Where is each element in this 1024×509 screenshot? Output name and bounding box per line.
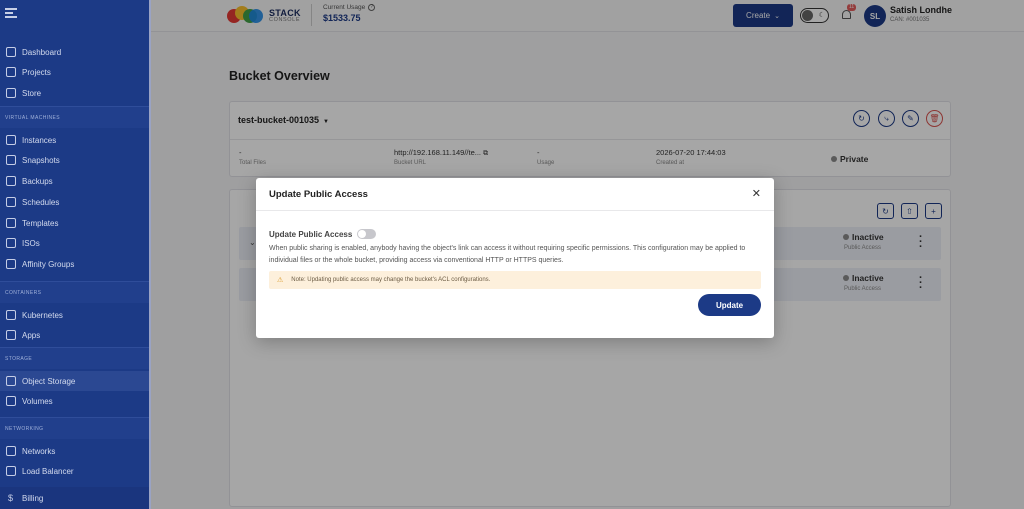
divider — [256, 210, 774, 211]
sidebar-item-label: Load Balancer — [22, 466, 74, 476]
network-icon — [6, 446, 16, 456]
volume-icon — [6, 396, 16, 406]
update-public-access-modal: Update Public Access ✕ Update Public Acc… — [256, 178, 774, 338]
sidebar-item-label: Backups — [22, 176, 53, 186]
sidebar-item-label: Projects — [22, 67, 51, 77]
modal-description: When public sharing is enabled, anybody … — [269, 245, 746, 264]
sidebar-item-label: Instances — [22, 135, 57, 145]
sidebar-item-label: Billing — [22, 493, 44, 503]
public-access-toggle[interactable] — [357, 229, 377, 239]
close-icon[interactable]: ✕ — [752, 187, 761, 200]
sidebar-section-title: VIRTUAL MACHINES — [0, 106, 149, 128]
sidebar-item-label: Object Storage — [22, 376, 76, 386]
apps-icon — [6, 330, 16, 340]
camera-icon — [6, 155, 16, 165]
sidebar-item-volumes[interactable]: Volumes — [0, 391, 149, 411]
cart-icon — [6, 88, 16, 98]
sidebar-item-label: Kubernetes — [22, 310, 63, 320]
load-balancer-icon — [6, 466, 16, 476]
sidebar-section-title: CONTAINERS — [0, 281, 149, 303]
sidebar-section-title: NETWORKING — [0, 417, 149, 439]
bucket-icon — [6, 376, 16, 386]
template-icon — [6, 218, 16, 228]
sidebar-item-billing[interactable]: $ Billing — [0, 487, 149, 509]
warning-icon: ⚠ — [277, 277, 284, 284]
sidebar-item-label: ISOs — [22, 238, 40, 248]
sidebar-item-isos[interactable]: ISOs — [0, 233, 149, 253]
app-root: Dashboard Projects Store VIRTUAL MACHINE… — [0, 0, 1024, 509]
sidebar-item-backups[interactable]: Backups — [0, 171, 149, 191]
sidebar-item-label: Apps — [22, 330, 41, 340]
sidebar-item-object-storage[interactable]: Object Storage — [0, 371, 149, 391]
public-access-toggle-row: Update Public Access — [269, 229, 377, 239]
sidebar-item-networks[interactable]: Networks — [0, 441, 149, 461]
sidebar-item-kubernetes[interactable]: Kubernetes — [0, 305, 149, 325]
disc-icon — [6, 238, 16, 248]
modal-title: Update Public Access — [269, 189, 368, 200]
gear-icon — [6, 135, 16, 145]
sidebar-item-dashboard[interactable]: Dashboard — [0, 42, 149, 62]
update-button[interactable]: Update — [698, 294, 761, 316]
backup-icon — [6, 176, 16, 186]
toggle-knob — [358, 230, 367, 238]
sidebar-item-instances[interactable]: Instances — [0, 130, 149, 150]
sidebar-item-templates[interactable]: Templates — [0, 213, 149, 233]
sidebar-item-schedules[interactable]: Schedules — [0, 192, 149, 212]
sidebar-item-projects[interactable]: Projects — [0, 62, 149, 82]
sidebar-item-label: Dashboard — [22, 47, 62, 57]
sidebar-item-label: Snapshots — [22, 155, 60, 165]
dollar-icon: $ — [8, 493, 14, 503]
sidebar-item-affinity-groups[interactable]: Affinity Groups — [0, 254, 149, 274]
menu-toggle-icon[interactable] — [5, 8, 17, 18]
kubernetes-icon — [6, 310, 16, 320]
sidebar-item-apps[interactable]: Apps — [0, 325, 149, 345]
toggle-label: Update Public Access — [269, 229, 353, 239]
sidebar-item-label: Schedules — [22, 197, 60, 207]
sidebar: Dashboard Projects Store VIRTUAL MACHINE… — [0, 0, 151, 509]
box-icon — [6, 67, 16, 77]
sidebar-item-snapshots[interactable]: Snapshots — [0, 150, 149, 170]
sidebar-item-label: Affinity Groups — [22, 259, 75, 269]
warning-note-text: Note: Updating public access may change … — [291, 277, 491, 283]
sidebar-item-label: Store — [22, 88, 42, 98]
home-icon — [6, 47, 16, 57]
sidebar-section-title: STORAGE — [0, 347, 149, 369]
group-icon — [6, 259, 16, 269]
sidebar-item-label: Volumes — [22, 396, 53, 406]
warning-note: ⚠ Note: Updating public access may chang… — [269, 271, 761, 289]
sidebar-item-load-balancer[interactable]: Load Balancer — [0, 461, 149, 481]
sidebar-item-label: Networks — [22, 446, 56, 456]
schedule-icon — [6, 197, 16, 207]
sidebar-item-label: Templates — [22, 218, 59, 228]
sidebar-item-store[interactable]: Store — [0, 83, 149, 103]
